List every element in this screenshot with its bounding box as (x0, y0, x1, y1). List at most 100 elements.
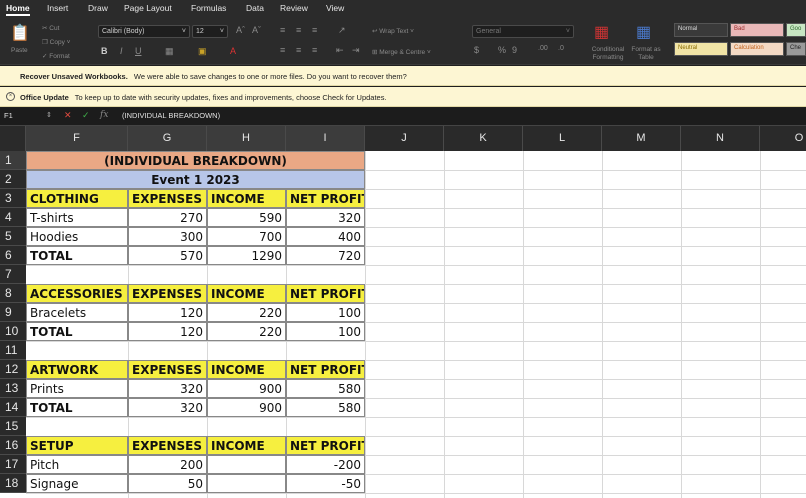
header-income[interactable]: INCOME (207, 436, 286, 455)
item-cell[interactable]: Pitch (26, 455, 128, 474)
style-normal[interactable]: Normal (674, 23, 728, 37)
total-label-cell[interactable]: TOTAL (26, 398, 128, 417)
orientation-icon[interactable]: ↗ (338, 25, 346, 36)
select-all-corner[interactable] (0, 126, 26, 151)
align-bottom-icon[interactable]: ≡ (312, 25, 317, 35)
conditional-formatting-button[interactable]: Conditional Formatting (588, 46, 628, 62)
net-profit-cell[interactable]: 320 (286, 208, 365, 227)
row-header-16[interactable]: 16 (0, 436, 26, 455)
style-neutral[interactable]: Neutral (674, 42, 728, 56)
fill-color-icon[interactable]: ▣ (198, 46, 207, 57)
wrap-text-button[interactable]: ↩ Wrap Text ˅ (372, 27, 414, 35)
formula-input[interactable]: (INDIVIDUAL BREAKDOWN) (122, 111, 220, 120)
row-header-18[interactable]: 18 (0, 474, 26, 493)
income-cell[interactable] (207, 474, 286, 493)
item-cell[interactable]: Hoodies (26, 227, 128, 246)
cancel-icon[interactable]: ✕ (64, 110, 72, 121)
tab-formulas[interactable]: Formulas (191, 3, 226, 13)
confirm-icon[interactable]: ✓ (82, 110, 90, 121)
font-name-select[interactable]: Calibri (Body) ˅ (98, 25, 190, 38)
paste-button[interactable]: Paste (11, 47, 28, 54)
align-left-icon[interactable]: ≡ (280, 45, 285, 55)
row-header-14[interactable]: 14 (0, 398, 26, 417)
row-header-13[interactable]: 13 (0, 379, 26, 398)
decrease-indent-icon[interactable]: ⇤ (336, 45, 344, 56)
font-size-select[interactable]: 12 ˅ (192, 25, 228, 38)
tab-insert[interactable]: Insert (47, 3, 68, 13)
style-calculation[interactable]: Calculation (730, 42, 784, 56)
column-header-n[interactable]: N (681, 126, 760, 151)
title-cell[interactable]: (INDIVIDUAL BREAKDOWN) (26, 151, 365, 170)
currency-icon[interactable]: $ (474, 45, 479, 55)
column-header-k[interactable]: K (444, 126, 523, 151)
align-right-icon[interactable]: ≡ (312, 45, 317, 55)
expenses-cell[interactable]: 270 (128, 208, 207, 227)
item-cell[interactable]: Bracelets (26, 303, 128, 322)
merge-centre-button[interactable]: ⊞ Merge & Centre ˅ (372, 48, 431, 56)
expenses-cell[interactable]: 320 (128, 379, 207, 398)
row-header-10[interactable]: 10 (0, 322, 26, 341)
row-header-9[interactable]: 9 (0, 303, 26, 322)
total-income-cell[interactable]: 900 (207, 398, 286, 417)
total-label-cell[interactable]: TOTAL (26, 246, 128, 265)
column-header-o[interactable]: O (760, 126, 806, 151)
conditional-formatting-icon[interactable]: ▦ (594, 22, 609, 42)
tab-home[interactable]: Home (6, 3, 30, 16)
number-format-select[interactable]: General ˅ (472, 25, 574, 38)
income-cell[interactable] (207, 455, 286, 474)
decrease-font-icon[interactable]: Aˇ (252, 25, 261, 35)
row-header-7[interactable]: 7 (0, 265, 26, 284)
income-cell[interactable]: 590 (207, 208, 286, 227)
format-painter-button[interactable]: ✓ Format (42, 52, 70, 60)
paste-icon[interactable]: 📋 (10, 23, 30, 43)
percent-icon[interactable]: % (498, 45, 506, 55)
underline-button[interactable]: U (135, 46, 142, 56)
increase-decimal-icon[interactable]: .00 (538, 45, 548, 52)
tab-data[interactable]: Data (246, 3, 264, 13)
copy-button[interactable]: ❐ Copy ˅ (42, 38, 70, 46)
font-color-icon[interactable]: A (230, 46, 236, 56)
close-circle-icon[interactable]: × (6, 92, 15, 101)
borders-icon[interactable]: ▦ (165, 46, 174, 57)
bold-button[interactable]: B (101, 46, 108, 56)
total-expenses-cell[interactable]: 570 (128, 246, 207, 265)
net-profit-cell[interactable]: -200 (286, 455, 365, 474)
expenses-cell[interactable]: 120 (128, 303, 207, 322)
column-header-g[interactable]: G (128, 126, 207, 151)
cut-button[interactable]: ✂ Cut (42, 24, 59, 32)
row-header-3[interactable]: 3 (0, 189, 26, 208)
item-cell[interactable]: Signage (26, 474, 128, 493)
tab-review[interactable]: Review (280, 3, 308, 13)
style-bad[interactable]: Bad (730, 23, 784, 37)
spreadsheet-grid[interactable]: F G H I J K L M N O 1 2 3 4 5 6 7 8 9 10… (0, 126, 806, 498)
section-label-artwork[interactable]: ARTWORK (26, 360, 128, 379)
format-as-table-button[interactable]: Format as Table (629, 46, 663, 62)
align-middle-icon[interactable]: ≡ (296, 25, 301, 35)
column-header-m[interactable]: M (602, 126, 681, 151)
header-net-profit[interactable]: NET PROFIT (286, 436, 365, 455)
expenses-cell[interactable]: 200 (128, 455, 207, 474)
style-check[interactable]: Che (786, 42, 806, 56)
income-cell[interactable]: 220 (207, 303, 286, 322)
section-label-accessories[interactable]: ACCESSORIES (26, 284, 128, 303)
income-cell[interactable]: 900 (207, 379, 286, 398)
header-net-profit[interactable]: NET PROFIT (286, 360, 365, 379)
row-header-1[interactable]: 1 (0, 151, 26, 170)
row-header-15[interactable]: 15 (0, 417, 26, 436)
column-header-i[interactable]: I (286, 126, 365, 151)
header-net-profit[interactable]: NET PROFIT (286, 189, 365, 208)
total-label-cell[interactable]: TOTAL (26, 322, 128, 341)
increase-font-icon[interactable]: Aˆ (236, 25, 245, 35)
expenses-cell[interactable]: 300 (128, 227, 207, 246)
decrease-decimal-icon[interactable]: .0 (558, 45, 564, 52)
italic-button[interactable]: I (120, 46, 123, 56)
align-center-icon[interactable]: ≡ (296, 45, 301, 55)
format-as-table-icon[interactable]: ▦ (636, 22, 651, 42)
income-cell[interactable]: 700 (207, 227, 286, 246)
total-net-profit-cell[interactable]: 580 (286, 398, 365, 417)
name-box-stepper-icon[interactable]: ⇕ (46, 111, 52, 119)
header-expenses[interactable]: EXPENSES (128, 360, 207, 379)
event-cell[interactable]: Event 1 2023 (26, 170, 365, 189)
header-income[interactable]: INCOME (207, 284, 286, 303)
header-expenses[interactable]: EXPENSES (128, 436, 207, 455)
